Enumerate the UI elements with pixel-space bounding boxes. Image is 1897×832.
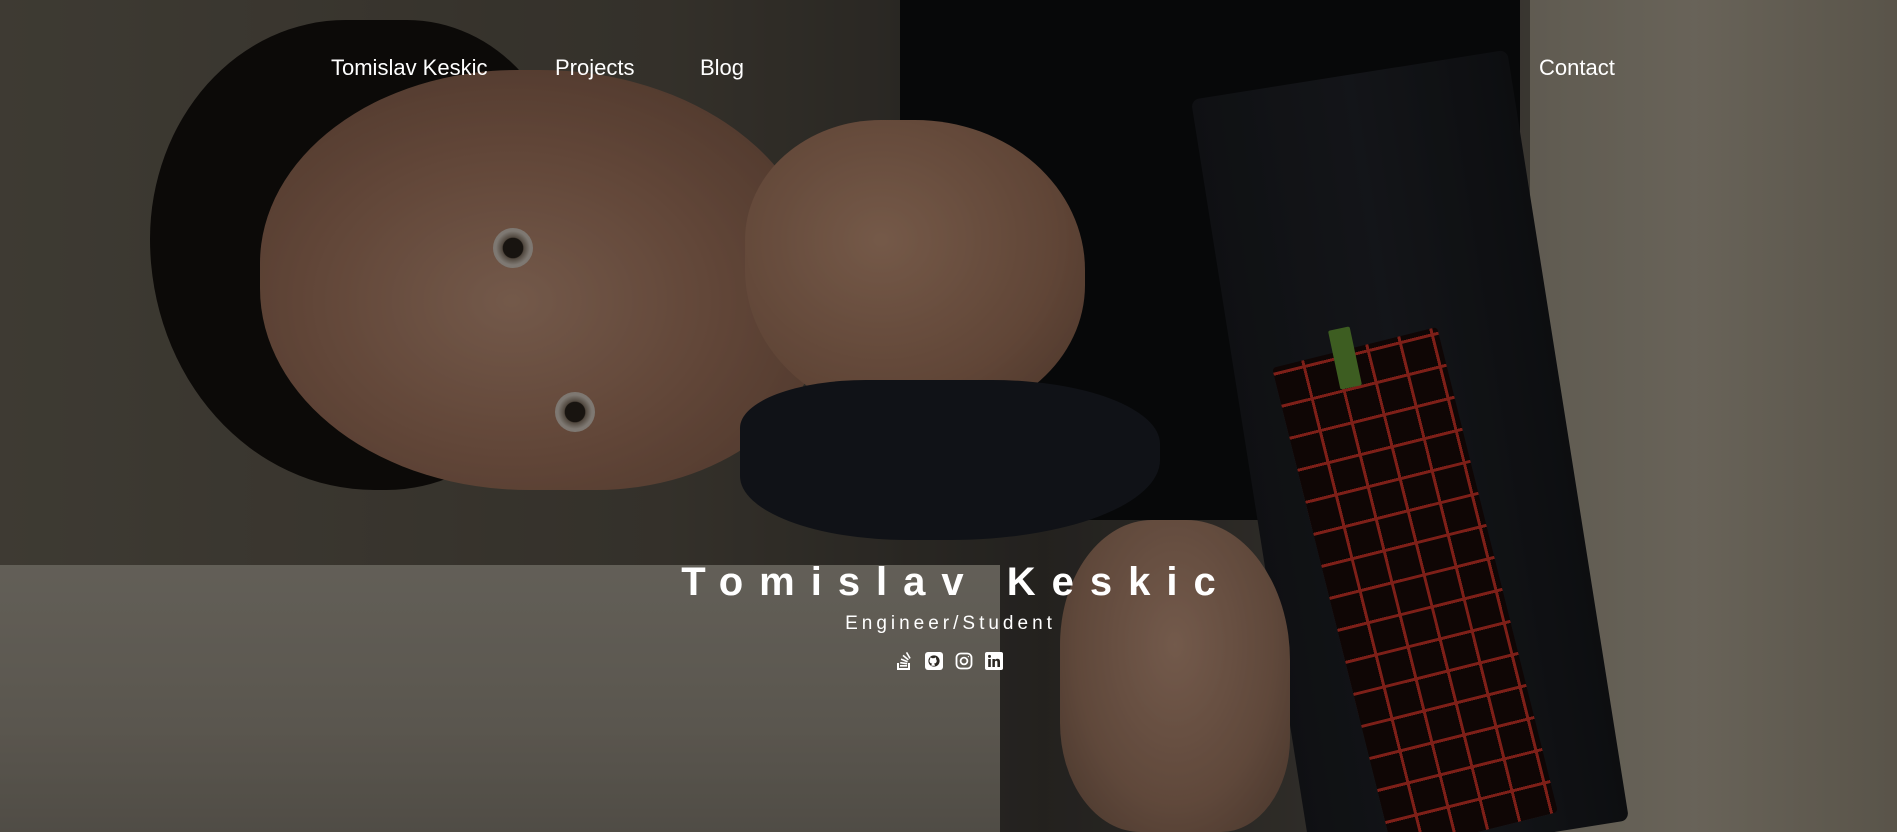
stack-overflow-icon[interactable] <box>895 652 913 670</box>
linkedin-icon[interactable] <box>984 652 1003 670</box>
nav-brand-link[interactable]: Tomislav Keskic <box>331 55 487 81</box>
hero-section: Tomislav Keskic Projects Blog Contact To… <box>0 0 1897 832</box>
github-icon[interactable] <box>924 652 943 670</box>
hero-name: Tomislav Keskic <box>681 560 1232 604</box>
hero-subtitle: Engineer/Student <box>845 613 1056 634</box>
nav-contact-link[interactable]: Contact <box>1539 55 1615 81</box>
instagram-icon[interactable] <box>955 652 973 670</box>
nav-projects-link[interactable]: Projects <box>555 55 634 81</box>
hero-content: Tomislav Keskic Engineer/Student <box>0 553 1897 670</box>
nav-blog-link[interactable]: Blog <box>700 55 744 81</box>
social-links <box>0 652 1897 670</box>
top-navigation: Tomislav Keskic Projects Blog Contact <box>0 0 1897 136</box>
